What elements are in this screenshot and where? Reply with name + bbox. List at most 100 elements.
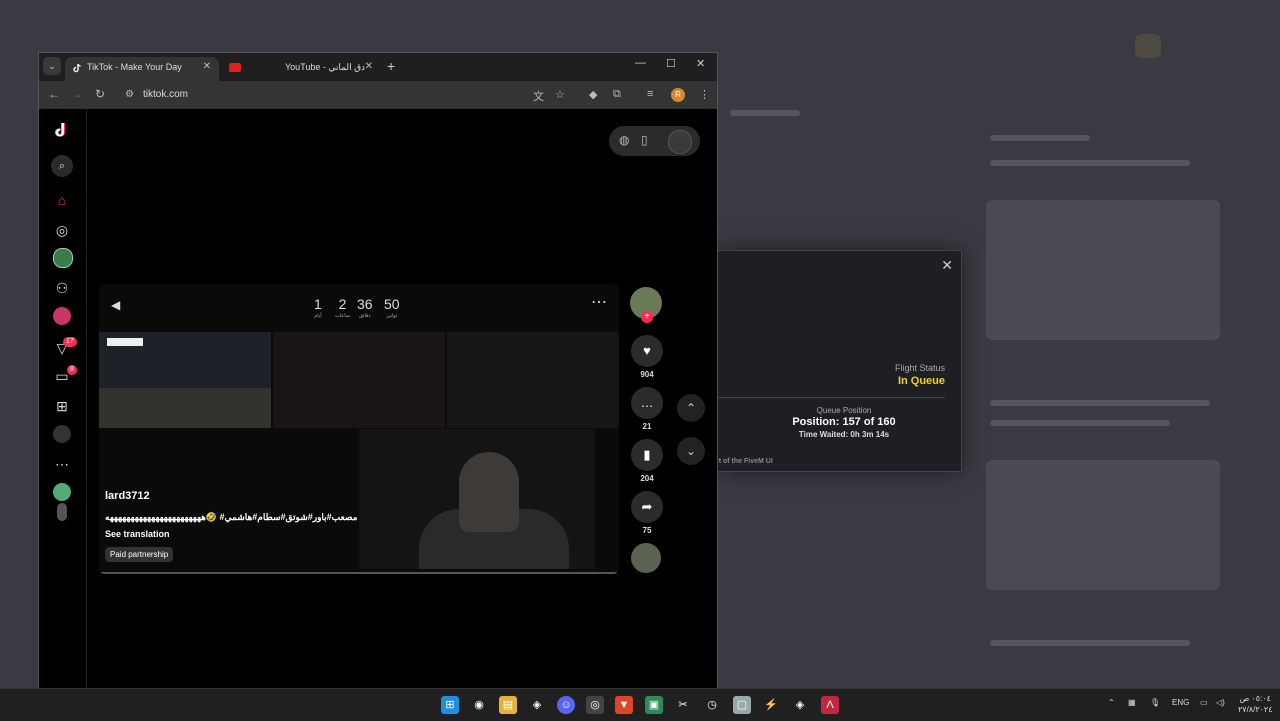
app-icon-2[interactable]: ▢ — [733, 696, 751, 714]
fivem-footer: rt of the FiveM UI — [716, 458, 773, 465]
tab-title: TikTok - Make Your Day — [87, 62, 182, 72]
follow-plus-icon[interactable]: + — [641, 311, 653, 323]
site-info-icon[interactable]: ⚙ — [125, 89, 134, 100]
reload-icon[interactable]: ↻ — [95, 87, 105, 101]
discord-icon[interactable]: ☺ — [557, 696, 575, 714]
countdown-minutes: 36 دقائق — [357, 296, 373, 319]
messages-badge: 8 — [67, 365, 77, 375]
microphone-icon[interactable]: 🎙 — [1150, 698, 1160, 707]
background-line — [990, 640, 1190, 646]
background-line — [990, 420, 1170, 426]
language-indicator[interactable]: ENG — [1172, 698, 1189, 707]
video-player[interactable]: ◀ 1 أيام 2 ساعات 36 دقائق 50 ثواني ⋯ lard371… — [99, 284, 619, 574]
close-tab-icon[interactable]: ✕ — [365, 61, 373, 72]
close-window-icon[interactable]: ✕ — [696, 57, 705, 70]
comment-action[interactable]: … 21 — [630, 387, 664, 431]
clock-app-icon[interactable]: ◷ — [703, 696, 721, 714]
tiktok-logo-icon[interactable] — [51, 119, 73, 141]
comment-count: 21 — [642, 422, 652, 431]
tab-tiktok[interactable]: TikTok - Make Your Day ✕ — [65, 57, 219, 81]
capcut-icon[interactable]: ✂ — [674, 696, 692, 714]
tab-search-button[interactable]: ⌄ — [43, 57, 61, 75]
home-icon[interactable]: ⌂ — [51, 189, 73, 211]
extensions-puzzle-icon[interactable]: ⧉ — [613, 88, 621, 101]
upload-icon[interactable]: ⊞ — [51, 395, 73, 417]
search-icon[interactable]: ⌕ — [51, 155, 73, 177]
app-icon-4[interactable]: Λ — [821, 696, 839, 714]
tab-youtube[interactable]: YouTube - دق الماني ✕ — [221, 57, 381, 81]
bookmark-action[interactable]: ▮ 204 — [630, 439, 664, 483]
display-icon[interactable]: ▭ — [1200, 698, 1208, 707]
time-waited: Time Waited: 0h 3m 14s — [798, 430, 890, 439]
background-line — [990, 160, 1190, 166]
profile-avatar-icon[interactable] — [53, 425, 71, 443]
translate-icon[interactable]: 文 — [533, 88, 544, 104]
video-author[interactable]: lard3712 — [105, 490, 150, 502]
user-avatar-icon[interactable] — [668, 130, 692, 154]
tray-network-icon[interactable]: ▦ — [1128, 698, 1136, 707]
countdown-hours: 2 ساعات — [335, 296, 350, 319]
following-avatar-icon[interactable] — [53, 248, 73, 268]
new-tab-icon[interactable]: + — [387, 58, 395, 74]
previous-video-icon[interactable]: ⌃ — [677, 394, 705, 422]
device-icon[interactable]: ▯ — [641, 133, 648, 147]
heart-icon[interactable]: ♥ — [631, 335, 663, 367]
maximize-icon[interactable]: ☐ — [666, 57, 676, 70]
close-icon[interactable]: ✕ — [941, 257, 953, 274]
system-clock[interactable]: ٠٥:٠٤ ص ٢٧/٨/٢٠٢٤ — [1238, 693, 1273, 715]
flight-status-label: Flight Status — [894, 363, 945, 373]
activity-badge: 17 — [63, 337, 77, 347]
file-explorer-icon[interactable]: ▤ — [499, 696, 517, 714]
bookmark-star-icon[interactable]: ☆ — [555, 88, 565, 101]
next-video-icon[interactable]: ⌄ — [677, 437, 705, 465]
media-controls-icon[interactable]: ≡ — [647, 88, 653, 100]
share-icon[interactable]: ➦ — [631, 491, 663, 523]
account-avatar-icon[interactable] — [57, 503, 67, 521]
profile-avatar[interactable]: R — [671, 88, 685, 102]
tray-overflow-icon[interactable]: ⌃ — [1108, 698, 1115, 707]
volume-tray-icon[interactable]: ◁) — [1216, 698, 1225, 707]
brave-icon[interactable]: ▼ — [615, 696, 633, 714]
view-mode-controls: ◍ ▯ — [609, 126, 700, 156]
url-text: tiktok.com — [143, 89, 189, 100]
address-bar[interactable]: ⚙ tiktok.com 文 ☆ — [119, 85, 565, 105]
video-progress-bar[interactable] — [99, 572, 619, 574]
more-options-icon[interactable]: ⋯ — [591, 292, 607, 312]
video-person — [459, 452, 519, 532]
bookmark-icon[interactable]: ▮ — [631, 439, 663, 471]
steam-icon[interactable]: ◉ — [470, 696, 488, 714]
app-icon-3[interactable]: ⚡ — [762, 696, 780, 714]
like-count: 904 — [640, 370, 654, 379]
countdown-days: 1 أيام — [314, 296, 322, 319]
steam-icon-2[interactable]: ◈ — [791, 696, 809, 714]
comment-icon[interactable]: … — [631, 387, 663, 419]
chrome-icon[interactable]: ◎ — [586, 696, 604, 714]
like-action[interactable]: ♥ 904 — [630, 335, 664, 379]
minimize-icon[interactable]: — — [635, 57, 646, 69]
app-icon[interactable]: ▣ — [645, 696, 663, 714]
browser-menu-icon[interactable]: ⋮ — [699, 88, 710, 101]
back-icon[interactable]: ← — [48, 87, 60, 101]
queue-position-value: Position: 157 of 160 — [792, 416, 896, 428]
forward-icon[interactable]: → — [71, 87, 83, 101]
volume-icon[interactable]: ◀ — [111, 298, 120, 312]
share-action[interactable]: ➦ 75 — [630, 491, 664, 535]
account-avatar-icon[interactable] — [53, 483, 71, 501]
friends-icon[interactable]: ⚇ — [51, 277, 73, 299]
divider — [716, 397, 945, 398]
background-line — [990, 400, 1210, 406]
see-translation-link[interactable]: See translation — [105, 529, 170, 539]
more-icon[interactable]: ⋯ — [51, 453, 73, 475]
live-avatar-icon[interactable] — [53, 307, 71, 325]
music-disc-icon[interactable] — [631, 543, 661, 573]
autoscroll-icon[interactable]: ◍ — [619, 133, 629, 147]
video-right-clip — [447, 332, 619, 428]
video-middle-clip — [273, 332, 445, 428]
extension-diamond-icon[interactable]: ◆ — [589, 88, 597, 101]
video-caption: مصعب#باور#شوتق#سطام#هاشمي# 🤣هههههههههههه… — [105, 512, 358, 522]
steam-app-icon[interactable]: ◈ — [528, 696, 546, 714]
windows-start-icon[interactable]: ⊞ — [441, 696, 459, 714]
countdown-seconds: 50 ثواني — [384, 296, 400, 319]
close-tab-icon[interactable]: ✕ — [203, 61, 211, 72]
explore-compass-icon[interactable]: ◎ — [51, 219, 73, 241]
